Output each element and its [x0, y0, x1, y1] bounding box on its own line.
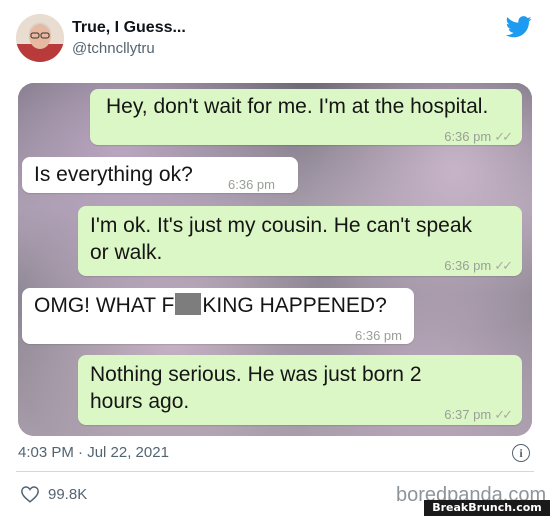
message-text-line: hours ago.: [90, 390, 190, 413]
message-text-before: OMG! WHAT F: [34, 294, 175, 317]
message-bubble-incoming: OMG! WHAT F KING HAPPENED? 6:36 pm: [22, 288, 414, 344]
message-time: 6:36 pm: [355, 328, 402, 343]
message-bubble-outgoing: Nothing serious. He was just born 2 hour…: [78, 355, 522, 425]
user-handle[interactable]: @tchncllytru: [72, 40, 155, 57]
message-text: OMG! WHAT F KING HAPPENED?: [34, 292, 387, 319]
heart-icon[interactable]: [20, 485, 40, 503]
message-time: 6:36 pm: [228, 177, 275, 192]
avatar-image: [16, 14, 64, 62]
message-text-line: or walk.: [90, 241, 163, 264]
message-bubble-outgoing: I'm ok. It's just my cousin. He can't sp…: [78, 206, 522, 276]
twitter-bird-icon[interactable]: [506, 16, 532, 38]
message-text-line: I'm ok. It's just my cousin. He can't sp…: [90, 214, 472, 237]
display-name[interactable]: True, I Guess...: [72, 19, 186, 37]
message-text: Is everything ok?: [34, 163, 193, 186]
message-bubble-incoming: Is everything ok? 6:36 pm: [22, 157, 298, 193]
tweet-timestamp[interactable]: 4:03 PM · Jul 22, 2021: [18, 444, 169, 461]
message-text: Hey, don't wait for me. I'm at the hospi…: [106, 95, 489, 118]
divider: [16, 471, 534, 472]
message-time: 6:36 pm: [444, 258, 492, 273]
message-time-row: 6:36 pm ✓✓: [444, 252, 513, 279]
message-text-line: Nothing serious. He was just born 2: [90, 363, 422, 386]
message-time-row: 6:37 pm ✓✓: [444, 401, 513, 428]
watermark-breakbrunch: BreakBrunch.com: [424, 500, 550, 516]
read-receipt-icon: ✓✓: [494, 129, 513, 144]
message-time: 6:37 pm: [444, 407, 492, 422]
tweet-avatar[interactable]: [16, 14, 64, 62]
like-count: 99.8K: [48, 486, 88, 503]
message-bubble-outgoing: Hey, don't wait for me. I'm at the hospi…: [90, 89, 522, 145]
read-receipt-icon: ✓✓: [494, 258, 513, 273]
info-icon[interactable]: i: [512, 444, 530, 462]
chat-screenshot[interactable]: Hey, don't wait for me. I'm at the hospi…: [18, 83, 532, 436]
message-text-after: KING HAPPENED?: [202, 294, 387, 317]
message-time-row: 6:36 pm ✓✓: [444, 123, 513, 150]
censor-block: [175, 293, 202, 315]
message-time: 6:36 pm: [444, 129, 492, 144]
read-receipt-icon: ✓✓: [494, 407, 513, 422]
